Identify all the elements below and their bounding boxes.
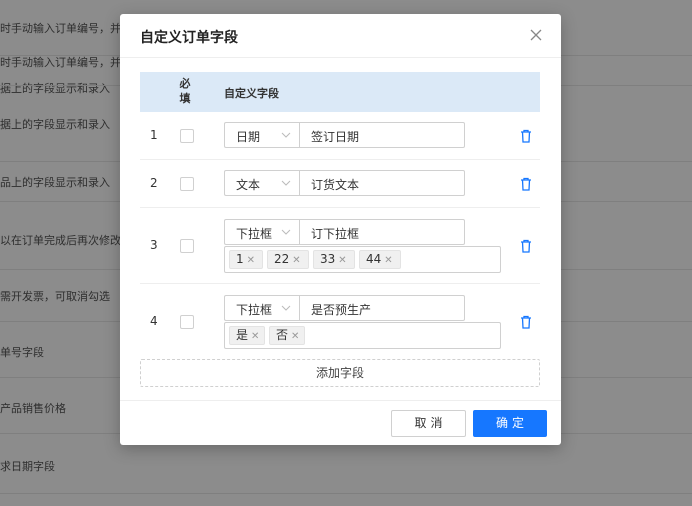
required-checkbox[interactable] bbox=[180, 129, 194, 143]
chevron-down-icon bbox=[281, 132, 291, 138]
field-type-select[interactable]: 下拉框 bbox=[224, 219, 299, 245]
field-type-select[interactable]: 文本 bbox=[224, 170, 299, 196]
field-row: 2 文本 订货文本 bbox=[140, 160, 540, 208]
tag-close-icon[interactable]: ✕ bbox=[251, 331, 259, 342]
fields-table-header: 必填 自定义字段 bbox=[140, 72, 540, 112]
option-tag-label: 22 bbox=[274, 252, 290, 266]
chevron-down-icon bbox=[281, 180, 291, 186]
option-tag-label: 44 bbox=[366, 252, 382, 266]
field-name-value: 订货文本 bbox=[311, 178, 360, 192]
option-tag: 否 ✕ bbox=[269, 326, 305, 345]
option-tag-label: 1 bbox=[236, 252, 244, 266]
option-tag: 是 ✕ bbox=[229, 326, 265, 345]
tag-close-icon[interactable]: ✕ bbox=[338, 255, 346, 266]
required-checkbox[interactable] bbox=[180, 315, 194, 329]
field-name-input[interactable]: 订下拉框 bbox=[299, 219, 465, 245]
tag-close-icon[interactable]: ✕ bbox=[384, 255, 392, 266]
field-type-select[interactable]: 下拉框 bbox=[224, 295, 299, 321]
chevron-down-icon bbox=[281, 305, 291, 311]
row-number: 4 bbox=[150, 314, 158, 328]
option-tag: 44 ✕ bbox=[359, 250, 401, 269]
field-type-select[interactable]: 日期 bbox=[224, 122, 299, 148]
required-checkbox[interactable] bbox=[180, 239, 194, 253]
field-name-value: 是否预生产 bbox=[311, 303, 372, 317]
modal-footer: 取消 确定 bbox=[120, 400, 561, 445]
required-checkbox[interactable] bbox=[180, 177, 194, 191]
field-row: 3 下拉框 订下拉框 1 ✕ 22 ✕ 33 ✕ 44 ✕ bbox=[140, 208, 540, 284]
field-name-input[interactable]: 是否预生产 bbox=[299, 295, 465, 321]
modal-title: 自定义订单字段 bbox=[140, 30, 238, 46]
delete-row-icon[interactable] bbox=[520, 239, 532, 253]
field-name-value: 签订日期 bbox=[311, 130, 360, 144]
modal-header: 自定义订单字段 bbox=[120, 14, 561, 58]
field-name-input[interactable]: 签订日期 bbox=[299, 122, 465, 148]
options-tag-input[interactable]: 是 ✕ 否 ✕ bbox=[224, 322, 501, 349]
cancel-button[interactable]: 取消 bbox=[391, 410, 466, 437]
delete-row-icon[interactable] bbox=[520, 315, 532, 329]
field-type-value: 下拉框 bbox=[236, 227, 273, 241]
field-row: 4 下拉框 是否预生产 是 ✕ 否 ✕ bbox=[140, 284, 540, 360]
tag-close-icon[interactable]: ✕ bbox=[292, 255, 300, 266]
row-number: 1 bbox=[150, 128, 158, 142]
option-tag-label: 33 bbox=[320, 252, 336, 266]
delete-row-icon[interactable] bbox=[520, 129, 532, 143]
option-tag: 22 ✕ bbox=[267, 250, 309, 269]
add-field-button[interactable]: 添加字段 bbox=[140, 359, 540, 387]
row-number: 3 bbox=[150, 238, 158, 252]
close-icon[interactable] bbox=[527, 26, 545, 44]
chevron-down-icon bbox=[281, 229, 291, 235]
delete-row-icon[interactable] bbox=[520, 177, 532, 191]
confirm-button[interactable]: 确定 bbox=[473, 410, 547, 437]
header-required: 必填 bbox=[179, 77, 191, 105]
field-type-value: 文本 bbox=[236, 178, 261, 192]
header-custom-field: 自定义字段 bbox=[224, 87, 279, 100]
option-tag: 1 ✕ bbox=[229, 250, 263, 269]
field-type-value: 下拉框 bbox=[236, 303, 273, 317]
field-type-value: 日期 bbox=[236, 130, 261, 144]
field-name-input[interactable]: 订货文本 bbox=[299, 170, 465, 196]
custom-order-fields-modal: 自定义订单字段 必填 自定义字段 1 日期 签订日期 2 文本 订货文本 3 下… bbox=[120, 14, 561, 445]
tag-close-icon[interactable]: ✕ bbox=[291, 331, 299, 342]
option-tag-label: 是 bbox=[236, 328, 249, 342]
option-tag-label: 否 bbox=[276, 328, 289, 342]
option-tag: 33 ✕ bbox=[313, 250, 355, 269]
tag-close-icon[interactable]: ✕ bbox=[247, 255, 255, 266]
field-row: 1 日期 签订日期 bbox=[140, 112, 540, 160]
field-name-value: 订下拉框 bbox=[311, 227, 360, 241]
row-number: 2 bbox=[150, 176, 158, 190]
options-tag-input[interactable]: 1 ✕ 22 ✕ 33 ✕ 44 ✕ bbox=[224, 246, 501, 273]
